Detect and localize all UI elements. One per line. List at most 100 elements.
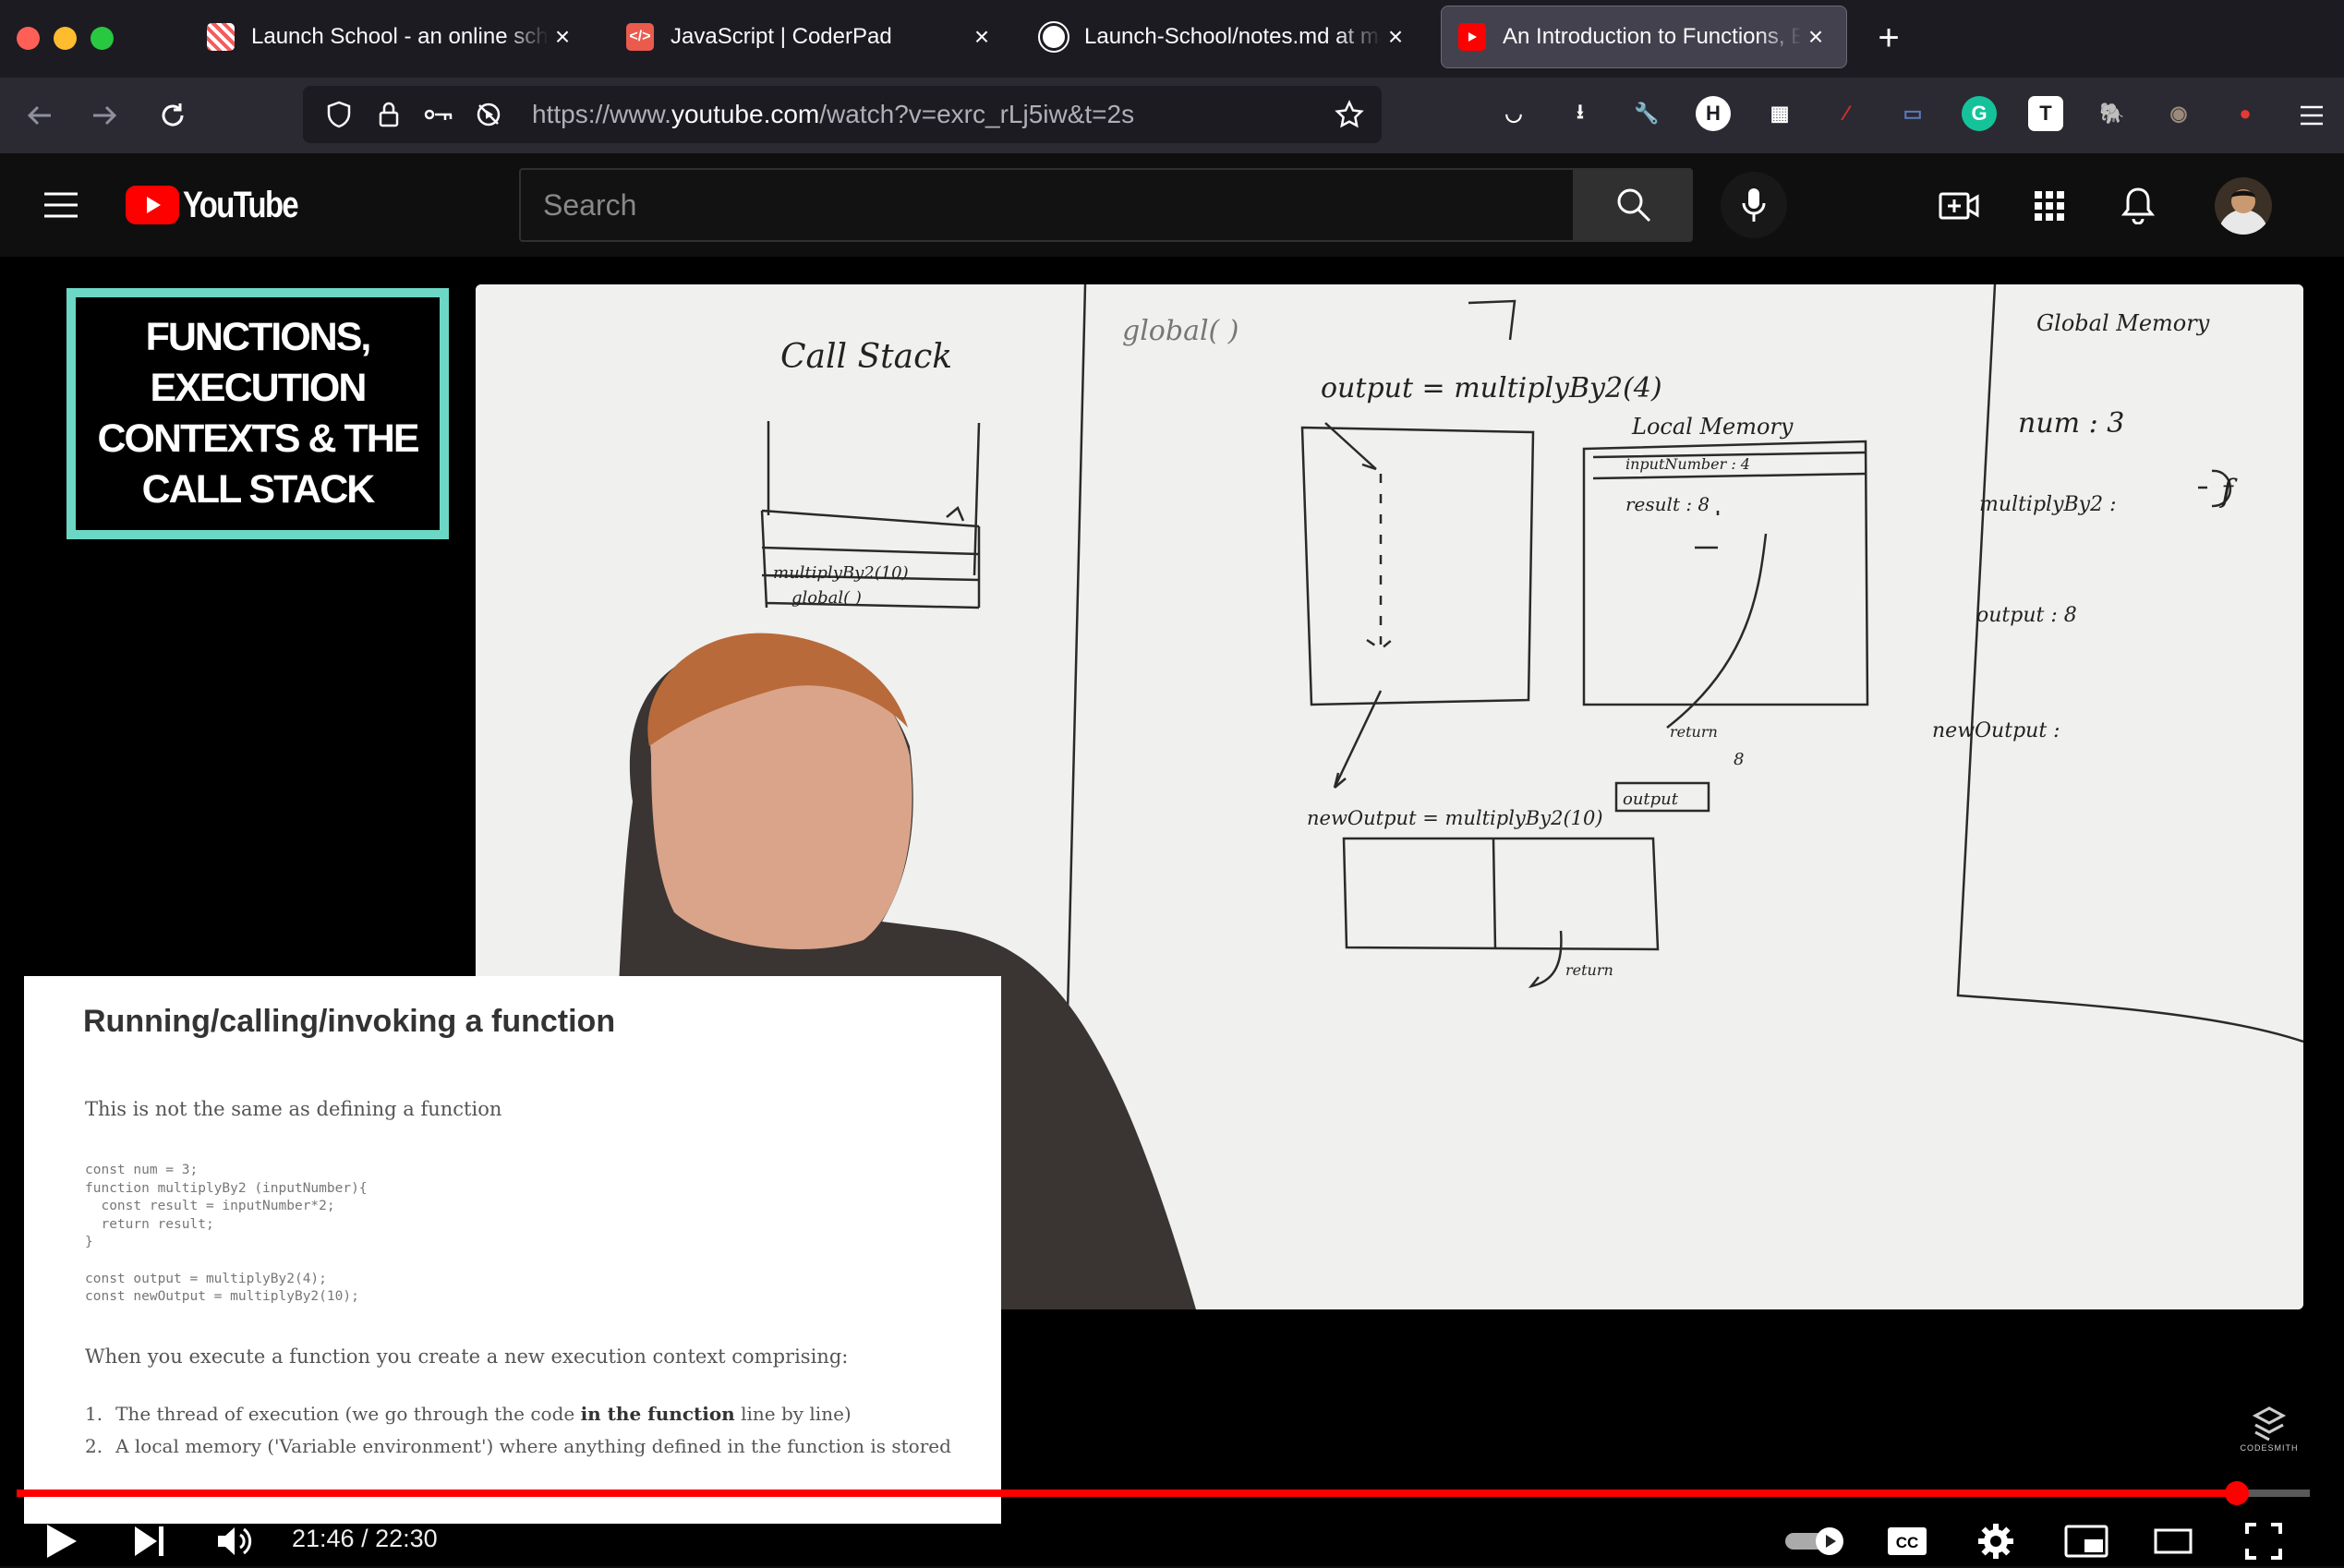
slide-list-item: 1. The thread of execution (we go through… <box>85 1403 852 1425</box>
return-label-bottom: return <box>1565 961 1613 979</box>
youtube-favicon-icon <box>1458 23 1486 51</box>
video-add-icon <box>1939 192 1979 220</box>
voice-search-button[interactable] <box>1721 172 1787 238</box>
list-number: 2. <box>85 1435 103 1457</box>
code-line: function multiplyBy2 (inputNumber){ <box>85 1180 368 1196</box>
global-new-output-label: newOutput : <box>1932 719 2060 742</box>
wand-extension-icon[interactable]: ⁄ <box>1829 96 1864 131</box>
download-icon[interactable]: ⭳ <box>1563 96 1598 131</box>
progress-scrubber[interactable] <box>2224 1481 2249 1505</box>
notifications-button[interactable] <box>2117 183 2159 227</box>
tab-close-icon[interactable]: × <box>1802 22 1830 52</box>
code-line: return result; <box>85 1216 214 1232</box>
github-favicon-icon <box>1038 21 1069 53</box>
fullscreen-button[interactable] <box>2242 1514 2285 1568</box>
browser-tab-4[interactable]: An Introduction to Functions, Execution … <box>1441 6 1847 68</box>
h-extension-icon[interactable]: H <box>1696 96 1731 131</box>
tab-close-icon[interactable]: × <box>549 22 576 52</box>
volume-icon <box>218 1527 252 1555</box>
autoplay-blocked-icon[interactable] <box>464 90 514 139</box>
watermark-text: CODESMITH <box>2240 1443 2299 1453</box>
wrench-icon[interactable]: 🔧 <box>1629 96 1664 131</box>
grammarly-icon[interactable]: G <box>1962 96 1997 131</box>
guide-menu-button[interactable] <box>41 185 81 225</box>
browser-tab-2[interactable]: </> JavaScript | CoderPad × <box>610 6 1012 68</box>
youtube-logo[interactable]: YouTube <box>126 183 322 227</box>
tab-close-icon[interactable]: × <box>1382 22 1409 52</box>
progress-bar-played <box>17 1490 2237 1497</box>
tab-close-icon[interactable]: × <box>968 22 996 52</box>
browser-menu-button[interactable] <box>2289 92 2335 139</box>
reload-button[interactable] <box>150 92 196 139</box>
url-domain: youtube.com <box>671 100 820 128</box>
tab-title: An Introduction to Functions, Execution … <box>1503 24 1802 49</box>
slide-subtitle: This is not the same as defining a funct… <box>85 1098 502 1120</box>
evernote-icon[interactable]: 🐘 <box>2095 96 2130 131</box>
time-current: 21:46 <box>292 1525 355 1552</box>
create-video-button[interactable] <box>1938 185 1980 227</box>
theater-mode-button[interactable] <box>2152 1514 2194 1568</box>
local-memory-title: Local Memory <box>1631 414 1794 440</box>
call-stack-title: Call Stack <box>780 338 952 376</box>
autoplay-toggle[interactable] <box>1782 1514 1847 1568</box>
url-bar[interactable]: https://www.youtube.com/watch?v=exrc_rLj… <box>303 86 1382 143</box>
global-output-label: output : 8 <box>1976 604 2077 627</box>
subtitles-button[interactable]: CC <box>1886 1514 1928 1568</box>
search-button[interactable] <box>1575 168 1693 242</box>
miniplayer-button[interactable] <box>2063 1514 2109 1568</box>
url-text[interactable]: https://www.youtube.com/watch?v=exrc_rLj… <box>532 100 1134 129</box>
settings-button[interactable] <box>1975 1514 2017 1568</box>
arrow-left-icon <box>27 105 51 126</box>
apps-button[interactable] <box>2028 185 2071 227</box>
pocket-icon[interactable]: ◡ <box>1496 96 1531 131</box>
play-button[interactable] <box>41 1514 83 1568</box>
reader-extension-icon[interactable]: ▦ <box>1762 96 1797 131</box>
lock-icon[interactable] <box>364 90 414 139</box>
tomato-extension-icon[interactable]: ● <box>2228 96 2263 131</box>
avatar[interactable] <box>2215 177 2272 235</box>
list-bold-text: in the function <box>580 1403 735 1425</box>
youtube-play-logo-icon <box>126 186 179 224</box>
local-input-label: inputNumber : 4 <box>1625 455 1750 473</box>
permissions-icon[interactable] <box>414 90 464 139</box>
codesmith-watermark: CODESMITH <box>2229 1406 2309 1453</box>
search-input[interactable]: Search <box>519 168 1575 242</box>
forward-button[interactable] <box>81 92 127 139</box>
gear-icon <box>1978 1524 2013 1559</box>
list-text: A local memory ('Variable environment') … <box>115 1435 951 1457</box>
code-line: const newOutput = multiplyBy2(10); <box>85 1289 359 1305</box>
bell-icon <box>2121 187 2155 224</box>
time-display: 21:46 / 22:30 <box>292 1525 438 1553</box>
video-title-card: FUNCTIONS, EXECUTION CONTEXTS & THE CALL… <box>66 288 449 539</box>
tab-title: JavaScript | CoderPad <box>671 24 892 49</box>
screenshot-extension-icon[interactable]: ▭ <box>1895 96 1930 131</box>
owl-extension-icon[interactable]: ◉ <box>2161 96 2196 131</box>
return-value: 8 <box>1734 750 1744 769</box>
tab-title: Launch School - an online school <box>251 24 549 49</box>
search-placeholder: Search <box>543 187 637 222</box>
global-memory-title: Global Memory <box>2036 310 2210 336</box>
coderpad-favicon-icon: </> <box>626 23 654 51</box>
search-icon <box>1617 188 1651 223</box>
output-box-label: output <box>1623 790 1679 809</box>
skip-next-icon <box>135 1526 163 1556</box>
browser-tab-3[interactable]: Launch-School/notes.md at main × <box>1023 6 1426 68</box>
browser-tab-1[interactable]: Launch School - an online school × <box>190 6 593 68</box>
t-extension-icon[interactable]: T <box>2028 96 2063 131</box>
reload-icon <box>162 103 184 127</box>
youtube-logo-text: YouTube <box>183 184 299 225</box>
window-close-button[interactable] <box>17 27 40 50</box>
next-button[interactable] <box>131 1514 168 1568</box>
arrow-right-icon <box>93 105 117 126</box>
url-prefix: https://www. <box>532 100 671 128</box>
tracking-protection-shield-icon[interactable] <box>314 90 364 139</box>
window-zoom-button[interactable] <box>91 27 114 50</box>
svg-text:CC: CC <box>1896 1534 1919 1551</box>
back-button[interactable] <box>17 92 63 139</box>
bookmark-star-icon[interactable] <box>1324 90 1374 139</box>
volume-button[interactable] <box>214 1514 257 1568</box>
new-tab-button[interactable]: + <box>1866 15 1912 61</box>
title-card-text: FUNCTIONS, EXECUTION CONTEXTS & THE CALL… <box>97 314 419 513</box>
window-minimize-button[interactable] <box>54 27 77 50</box>
slide-overlay: Running/calling/invoking a function This… <box>24 976 1001 1524</box>
